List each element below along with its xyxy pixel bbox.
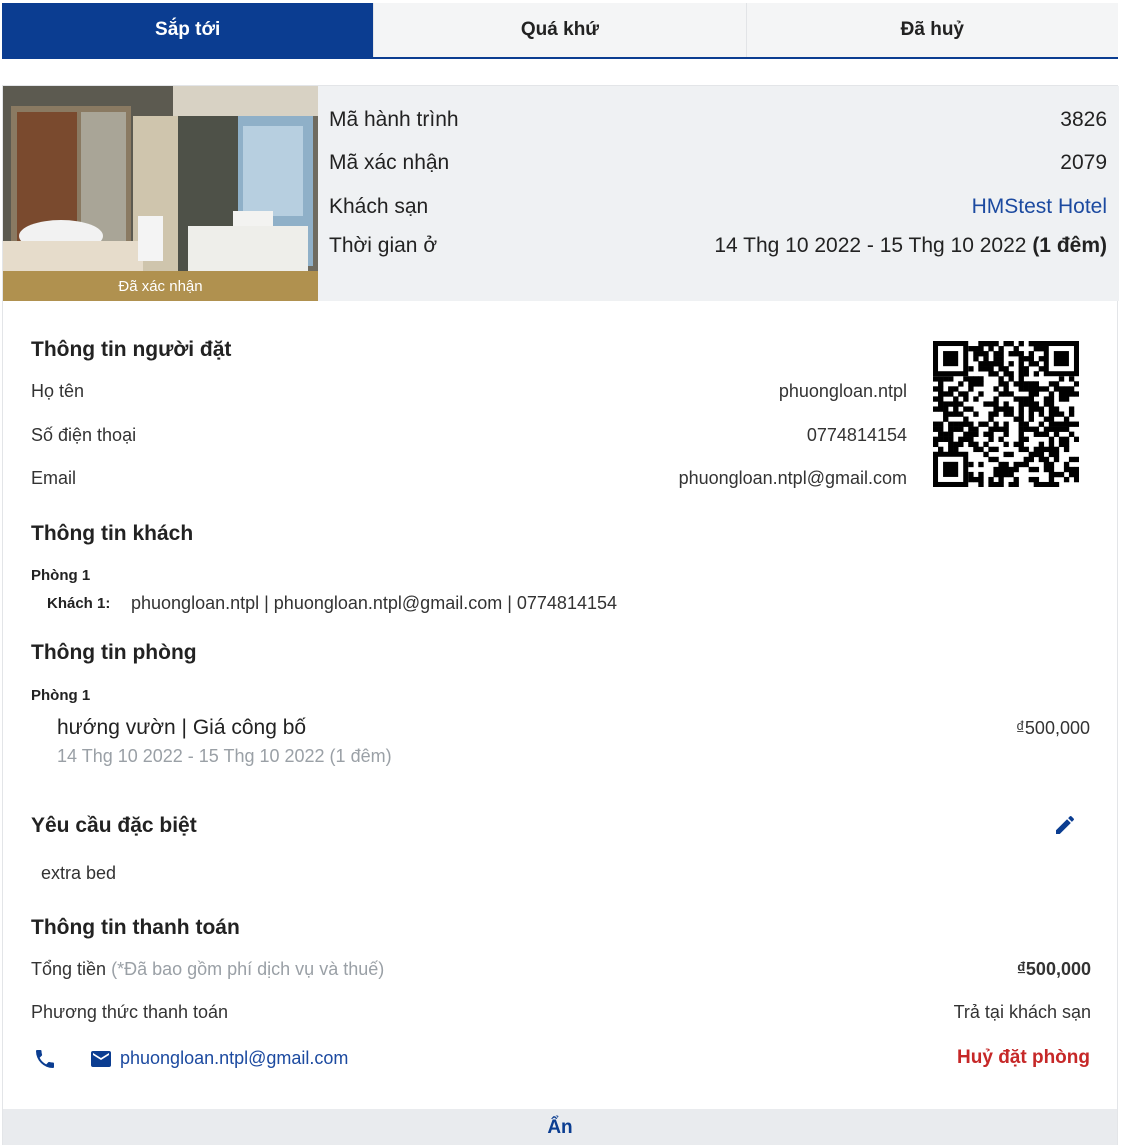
hotel-room-photo: Đã xác nhận xyxy=(3,86,318,301)
qr-code xyxy=(933,341,1080,488)
guest-label: Khách 1: xyxy=(47,595,111,612)
hotel-row: Khách sạn HMStest Hotel xyxy=(329,195,1107,219)
tab-upcoming[interactable]: Sắp tới xyxy=(2,3,375,57)
payment-total-note: (*Đã bao gồm phí dịch vụ và thuế) xyxy=(111,959,385,979)
mail-icon-glyph xyxy=(91,1051,111,1067)
special-request-text: extra bed xyxy=(41,863,117,883)
stay-dates: 14 Thg 10 2022 - 15 Thg 10 2022 xyxy=(714,234,1027,257)
phone-icon[interactable] xyxy=(33,1047,57,1071)
booker-phone-label: Số điện thoại xyxy=(31,425,137,445)
hide-details-button[interactable]: Ẩn xyxy=(3,1109,1117,1145)
guest-details: phuongloan.ntpl | phuongloan.ntpl@gmail.… xyxy=(131,593,617,613)
room-name: hướng vườn | Giá công bố xyxy=(57,716,307,739)
payment-method-label: Phương thức thanh toán xyxy=(31,1002,229,1022)
itinerary-value: 3826 xyxy=(1060,108,1107,131)
mail-icon[interactable] xyxy=(89,1047,113,1071)
booker-section-title: Thông tin người đặt xyxy=(31,338,232,361)
payment-total-row: Tổng tiền (*Đã bao gồm phí dịch vụ và th… xyxy=(31,959,1091,980)
payment-method-row: Phương thức thanh toán Trả tại khách sạn xyxy=(31,1002,1091,1023)
booker-phone-value: 0774814154 xyxy=(806,425,907,445)
pencil-icon[interactable] xyxy=(1053,813,1077,837)
pencil-icon-glyph xyxy=(1056,815,1075,834)
room-photo-image xyxy=(3,86,318,301)
confirmation-row: Mã xác nhận 2079 xyxy=(329,151,1107,175)
stay-row: Thời gian ở 14 Thg 10 2022 - 15 Thg 10 2… xyxy=(329,234,1107,258)
stay-value: 14 Thg 10 2022 - 15 Thg 10 2022 (1 đêm) xyxy=(714,234,1107,258)
stay-label: Thời gian ở xyxy=(329,234,438,257)
payment-total-label-group: Tổng tiền (*Đã bao gồm phí dịch vụ và th… xyxy=(31,959,384,980)
booker-name-value: phuongloan.ntpl xyxy=(778,381,907,401)
booker-email-label: Email xyxy=(31,468,77,488)
phone-icon-glyph xyxy=(36,1050,54,1068)
itinerary-row: Mã hành trình 3826 xyxy=(329,108,1107,132)
booker-phone-row: Số điện thoại 0774814154 xyxy=(31,425,907,446)
booking-tabs: Sắp tới Quá khứ Đã huỷ xyxy=(2,3,1118,59)
room-dates: 14 Thg 10 2022 - 15 Thg 10 2022 (1 đêm) xyxy=(57,746,392,766)
hotel-label: Khách sạn xyxy=(329,195,429,218)
room-price: ₫500,000 xyxy=(1015,718,1090,738)
payment-total-value: ₫500,000 xyxy=(1016,959,1091,979)
booking-summary: Đã xác nhận Mã hành trình 3826 Mã xác nh… xyxy=(3,86,1119,301)
booking-card: Đã xác nhận Mã hành trình 3826 Mã xác nh… xyxy=(2,85,1119,1145)
room-label: Phòng 1 xyxy=(31,687,91,704)
confirmation-label: Mã xác nhận xyxy=(329,151,450,174)
itinerary-label: Mã hành trình xyxy=(329,108,459,131)
status-badge: Đã xác nhận xyxy=(3,271,318,301)
guest-room-label: Phòng 1 xyxy=(31,567,91,584)
booker-name-label: Họ tên xyxy=(31,381,85,401)
tab-cancelled[interactable]: Đã huỷ xyxy=(746,3,1118,57)
stay-nights: (1 đêm) xyxy=(1032,234,1107,257)
hotel-link[interactable]: HMStest Hotel xyxy=(972,195,1107,219)
cancel-booking-button[interactable]: Huỷ đặt phòng xyxy=(957,1047,1090,1069)
rooms-section-title: Thông tin phòng xyxy=(31,641,197,664)
confirmation-value: 2079 xyxy=(1060,151,1107,174)
special-section-title: Yêu cầu đặc biệt xyxy=(31,814,197,837)
payment-total-label: Tổng tiền xyxy=(31,959,107,979)
tab-past[interactable]: Quá khứ xyxy=(374,3,747,57)
payment-method-value: Trả tại khách sạn xyxy=(953,1002,1091,1022)
qr-code-image xyxy=(933,341,1080,488)
contact-email-link[interactable]: phuongloan.ntpl@gmail.com xyxy=(120,1048,348,1069)
booker-email-row: Email phuongloan.ntpl@gmail.com xyxy=(31,468,907,489)
booker-name-row: Họ tên phuongloan.ntpl xyxy=(31,381,907,402)
booker-email-value: phuongloan.ntpl@gmail.com xyxy=(678,468,907,488)
payment-section-title: Thông tin thanh toán xyxy=(31,916,240,939)
guests-section-title: Thông tin khách xyxy=(31,522,194,545)
